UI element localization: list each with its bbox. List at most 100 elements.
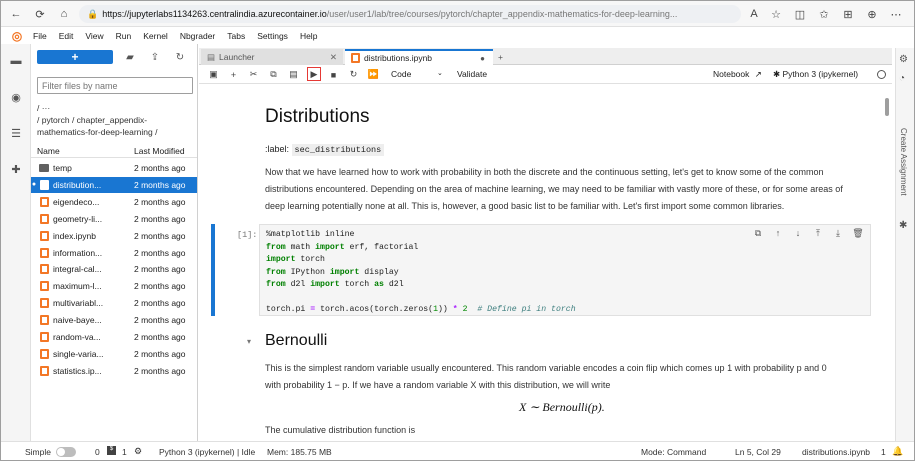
close-icon[interactable]: ✕ <box>330 52 337 63</box>
home-icon[interactable]: ⌂ <box>57 7 71 21</box>
insert-above-icon[interactable]: ⤒ <box>813 228 823 238</box>
menu-edit[interactable]: Edit <box>59 31 74 41</box>
notebook-content[interactable]: Distributions :label: sec_distributions … <box>199 84 879 441</box>
cursor-position[interactable]: Ln 5, Col 29 <box>735 447 781 457</box>
menu-settings[interactable]: Settings <box>257 31 288 41</box>
notebook-icon <box>351 53 360 63</box>
copy-icon[interactable]: ⧉ <box>267 68 280 81</box>
refresh-files-icon[interactable]: ↻ <box>174 51 186 63</box>
validate-button[interactable]: Validate <box>457 69 487 79</box>
menu-view[interactable]: View <box>85 31 103 41</box>
simple-mode-toggle[interactable] <box>56 447 76 457</box>
more-icon[interactable]: ⋯ <box>889 7 903 21</box>
notebook-icon <box>39 247 49 258</box>
move-down-icon[interactable]: ↓ <box>793 228 803 238</box>
file-row[interactable]: single-varia... 2 months ago <box>31 346 197 362</box>
code-cell[interactable]: [1]: %matplotlib inline from math import… <box>211 224 879 316</box>
tab-launcher[interactable]: ▤ Launcher ✕ <box>201 49 343 65</box>
paste-icon[interactable]: ▤ <box>287 68 300 81</box>
file-row[interactable]: geometry-li... 2 months ago <box>31 211 197 227</box>
unsaved-dot-icon[interactable]: ● <box>480 54 485 63</box>
address-bar[interactable]: 🔒 https://jupyterlabs1134263.centralindi… <box>79 5 741 23</box>
file-row[interactable]: temp 2 months ago <box>31 160 197 176</box>
settings-gauge-icon[interactable]: ⚙ <box>899 54 908 65</box>
new-launcher-button[interactable]: + <box>37 50 113 64</box>
notebook-launch-button[interactable]: Notebook ↗ <box>713 69 762 80</box>
tab-notebook[interactable]: distributions.ipynb ● <box>345 49 493 65</box>
breadcrumb-root[interactable]: / ··· <box>37 102 195 114</box>
cell-collapser[interactable] <box>211 224 215 316</box>
file-row[interactable]: random-va... 2 months ago <box>31 329 197 345</box>
filter-input[interactable]: Filter files by name <box>37 77 193 94</box>
bell-icon[interactable]: 🔔 <box>892 446 903 457</box>
running-icon[interactable]: ◉ <box>9 90 23 104</box>
extensions-icon[interactable]: ⊕ <box>865 7 879 21</box>
run-icon[interactable]: ▶ <box>307 67 321 81</box>
fast-forward-icon[interactable]: ⏩ <box>367 68 380 81</box>
file-row[interactable]: statistics.ip... 2 months ago <box>31 363 197 379</box>
current-file: distributions.ipynb <box>802 447 871 457</box>
refresh-icon[interactable]: ⟳ <box>33 7 47 21</box>
breadcrumb-path-cont[interactable]: mathematics-for-deep-learning / <box>37 126 195 138</box>
duplicate-cell-icon[interactable]: ⧉ <box>753 228 763 238</box>
notebook-icon <box>39 196 49 207</box>
new-folder-icon[interactable]: ▰ <box>124 51 136 63</box>
move-up-icon[interactable]: ↑ <box>773 228 783 238</box>
file-row[interactable]: naive-baye... 2 months ago <box>31 312 197 328</box>
delete-cell-icon[interactable]: 🗑 <box>852 228 863 238</box>
file-row[interactable]: information... 2 months ago <box>31 245 197 261</box>
breadcrumb-path[interactable]: / pytorch / chapter_appendix- <box>37 114 195 126</box>
file-row[interactable]: eigendeco... 2 months ago <box>31 194 197 210</box>
terminals-count[interactable]: 0 <box>95 447 100 457</box>
upload-icon[interactable]: ⇪ <box>149 51 161 63</box>
notifications-count[interactable]: 1 <box>881 447 886 457</box>
file-modified: 2 months ago <box>134 213 186 224</box>
file-row[interactable]: ● distribution... 2 months ago <box>31 176 197 193</box>
read-aloud-icon[interactable]: A <box>747 7 761 21</box>
cut-icon[interactable]: ✂ <box>247 68 260 81</box>
add-tab-button[interactable]: + <box>495 49 509 65</box>
debugger-icon[interactable]: ✱ <box>899 220 907 231</box>
folder-icon[interactable]: ▬ <box>9 54 23 68</box>
file-modified: 2 months ago <box>134 332 186 342</box>
lock-icon: 🔒 <box>87 8 99 19</box>
menu-run[interactable]: Run <box>116 31 132 41</box>
file-row[interactable]: index.ipynb 2 months ago <box>31 228 197 244</box>
file-modified: 2 months ago <box>134 298 186 309</box>
cell-type-value: Code <box>391 69 412 79</box>
notebook-icon <box>39 298 49 309</box>
heading-collapse-icon[interactable]: ▾ <box>247 337 251 346</box>
kernel-selector[interactable]: ✱ Python 3 (ipykernel) <box>773 69 858 80</box>
cell-type-select[interactable]: Code ⌄ <box>391 69 447 79</box>
insert-cell-icon[interactable]: + <box>227 68 240 81</box>
back-icon[interactable]: ← <box>9 7 23 21</box>
stop-icon[interactable]: ■ <box>327 68 340 81</box>
scrollbar-thumb[interactable] <box>885 98 889 116</box>
toc-icon[interactable]: ☰ <box>9 126 23 140</box>
kernels-count[interactable]: 1 <box>122 447 127 457</box>
save-icon[interactable]: ▣ <box>207 68 220 81</box>
collections-icon[interactable]: ⊞ <box>841 7 855 21</box>
menu-tabs[interactable]: Tabs <box>227 31 245 41</box>
split-screen-icon[interactable]: ◫ <box>793 7 807 21</box>
favorite-icon[interactable]: ☆ <box>769 7 783 21</box>
menu-file[interactable]: File <box>33 31 47 41</box>
create-assignment-tab[interactable]: Create Assignment <box>899 128 908 196</box>
property-inspector-icon[interactable]: ◔ <box>899 73 905 84</box>
file-row[interactable]: maximum-l... 2 months ago <box>31 278 197 294</box>
column-name[interactable]: Name <box>37 146 60 156</box>
extension-icon[interactable]: ✚ <box>9 162 23 176</box>
right-sidebar: ⚙ ◔ Create Assignment ✱ <box>895 48 914 441</box>
file-row[interactable]: integral-cal... 2 months ago <box>31 261 197 277</box>
menu-help[interactable]: Help <box>300 31 317 41</box>
file-row[interactable]: multivariabl... 2 months ago <box>31 295 197 311</box>
vertical-scrollbar[interactable] <box>883 84 891 441</box>
file-name: integral-cal... <box>53 264 102 275</box>
column-last-modified[interactable]: Last Modified <box>134 146 185 156</box>
menu-nbgrader[interactable]: Nbgrader <box>180 31 215 41</box>
menu-kernel[interactable]: Kernel <box>143 31 168 41</box>
insert-below-icon[interactable]: ⤓ <box>833 228 843 238</box>
favorites-icon[interactable]: ✩ <box>817 7 831 21</box>
kernel-status[interactable]: Python 3 (ipykernel) | Idle <box>159 447 255 457</box>
restart-icon[interactable]: ↻ <box>347 68 360 81</box>
